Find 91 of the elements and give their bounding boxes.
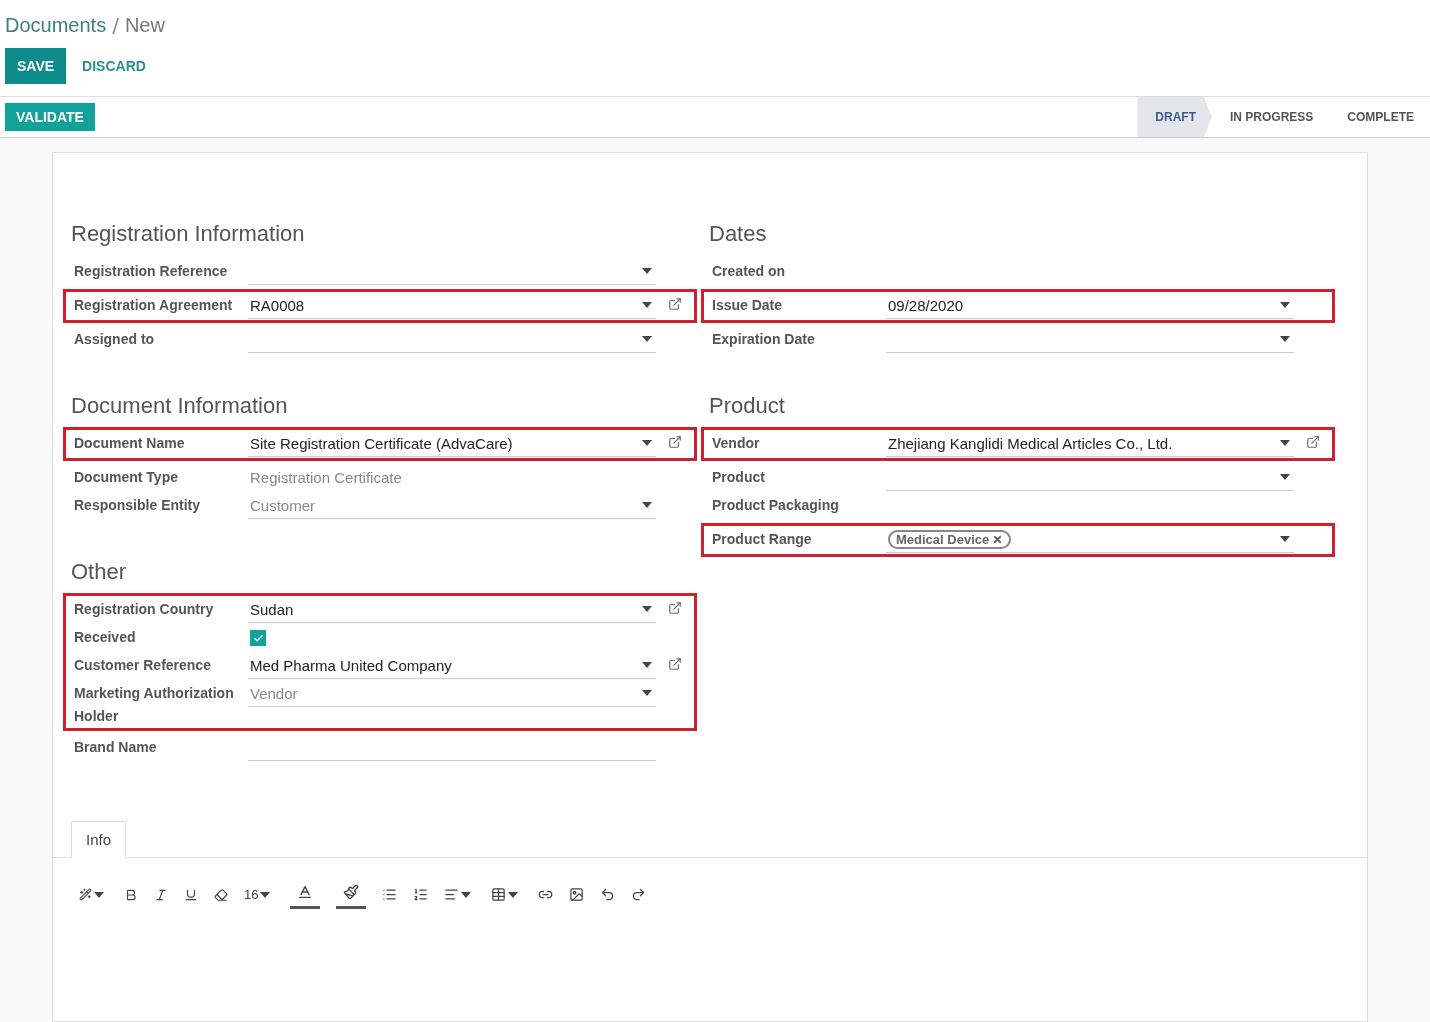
caret-icon — [642, 606, 652, 612]
external-link-icon[interactable] — [668, 601, 682, 615]
field-label: Responsible Entity — [74, 496, 202, 515]
input-field[interactable]: 09/28/2020 — [886, 292, 1294, 319]
magic-wand-icon — [79, 888, 92, 901]
field-label: Expiration Date — [712, 330, 816, 349]
field-label: Vendor — [712, 434, 761, 453]
caret-icon — [642, 268, 652, 274]
font-size-dropdown[interactable]: 16 — [244, 887, 275, 902]
image-icon[interactable] — [569, 887, 585, 902]
field-label: Registration Agreement — [74, 296, 234, 315]
tag: Medical Device — [888, 530, 1012, 549]
paintbrush-icon — [343, 884, 360, 900]
caret-icon — [642, 662, 652, 668]
caret-icon — [1280, 302, 1290, 308]
field-value: Med Pharma United Company — [249, 656, 452, 674]
field-label: Created on — [712, 262, 787, 281]
tags-field[interactable]: Medical Device — [886, 526, 1294, 553]
input-field[interactable]: Vendor — [248, 680, 656, 707]
redo-icon[interactable] — [631, 887, 647, 902]
field-value: Zhejiang Kanglidi Medical Articles Co., Ltd. — [887, 434, 1173, 452]
breadcrumb-current: New — [124, 13, 165, 37]
field-value: Vendor — [249, 684, 298, 702]
color-swatch — [336, 906, 367, 909]
input-field[interactable]: Sudan — [248, 596, 656, 623]
input-field[interactable]: Zhejiang Kanglidi Medical Articles Co., Ltd. — [886, 430, 1294, 457]
italic-icon[interactable] — [154, 887, 168, 902]
input-field[interactable]: Site Registration Certificate (AdvaCare) — [248, 430, 656, 457]
table-icon — [491, 887, 507, 902]
caret-icon — [260, 891, 271, 898]
section-title: Registration Information — [71, 221, 306, 247]
remove-icon[interactable] — [992, 534, 1004, 545]
section-title: Other — [71, 559, 128, 585]
breadcrumb-separator: / — [112, 13, 119, 37]
caret-icon — [642, 502, 652, 508]
field-label: Product Range — [712, 530, 813, 549]
caret-icon — [1280, 440, 1290, 446]
checkmark-icon — [252, 632, 264, 644]
align-left-icon — [444, 887, 460, 902]
input-field[interactable]: RA0008 — [248, 292, 656, 319]
field-label: Registration Reference — [74, 262, 229, 281]
external-link-icon[interactable] — [668, 297, 682, 311]
field-label: Issue Date — [712, 296, 784, 315]
section-title: Document Information — [71, 393, 289, 419]
caret-icon — [642, 690, 652, 696]
caret-icon — [508, 891, 519, 898]
input-field[interactable]: Customer — [248, 492, 656, 519]
notebook-tab[interactable]: Info — [71, 821, 127, 858]
field-value: Site Registration Certificate (AdvaCare) — [249, 434, 513, 452]
field-value: Sudan — [249, 600, 294, 618]
save-button[interactable]: SAVE — [5, 48, 67, 84]
field-label: Product Packaging — [712, 496, 840, 515]
color-swatch — [290, 906, 321, 909]
caret-icon — [1280, 474, 1290, 480]
bold-icon[interactable] — [124, 887, 138, 902]
numbered-list-icon[interactable] — [413, 887, 429, 902]
field-label: Received — [74, 628, 137, 647]
text-color-icon — [297, 884, 314, 900]
caret-icon — [94, 891, 104, 898]
section-title: Product — [709, 393, 786, 419]
field-label: Customer Reference — [74, 656, 212, 675]
field-label: Document Name — [74, 434, 186, 453]
field-value: Registration Certificate — [249, 468, 402, 486]
field-label: Assigned to — [74, 330, 156, 349]
field-value: RA0008 — [249, 296, 305, 314]
caret-icon — [642, 336, 652, 342]
bullet-list-icon[interactable] — [382, 887, 398, 902]
caret-icon — [1280, 336, 1290, 342]
underline-icon[interactable] — [184, 887, 198, 902]
caret-icon — [1280, 536, 1290, 542]
field-label: Document Type — [74, 468, 179, 487]
checkbox[interactable] — [250, 630, 266, 646]
caret-icon — [642, 302, 652, 308]
discard-button[interactable]: DISCARD — [70, 48, 158, 84]
stage-step[interactable]: DRAFT — [1137, 97, 1212, 137]
field-label: Registration Country — [74, 600, 215, 619]
section-title: Dates — [709, 221, 768, 247]
breadcrumb-link[interactable]: Documents — [5, 13, 107, 37]
external-link-icon[interactable] — [668, 657, 682, 671]
field-value: Customer — [249, 496, 316, 514]
caret-icon — [642, 440, 652, 446]
field-label: Product — [712, 468, 766, 487]
field-value: 09/28/2020 — [887, 296, 964, 314]
external-link-icon[interactable] — [1306, 435, 1320, 449]
caret-icon — [461, 891, 472, 898]
field-label: Brand Name — [74, 738, 158, 757]
undo-icon[interactable] — [600, 887, 616, 902]
input-field[interactable]: Med Pharma United Company — [248, 652, 656, 679]
external-link-icon[interactable] — [668, 435, 682, 449]
field-label: Marketing Authorization Holder — [74, 684, 235, 726]
eraser-icon[interactable] — [214, 887, 228, 902]
